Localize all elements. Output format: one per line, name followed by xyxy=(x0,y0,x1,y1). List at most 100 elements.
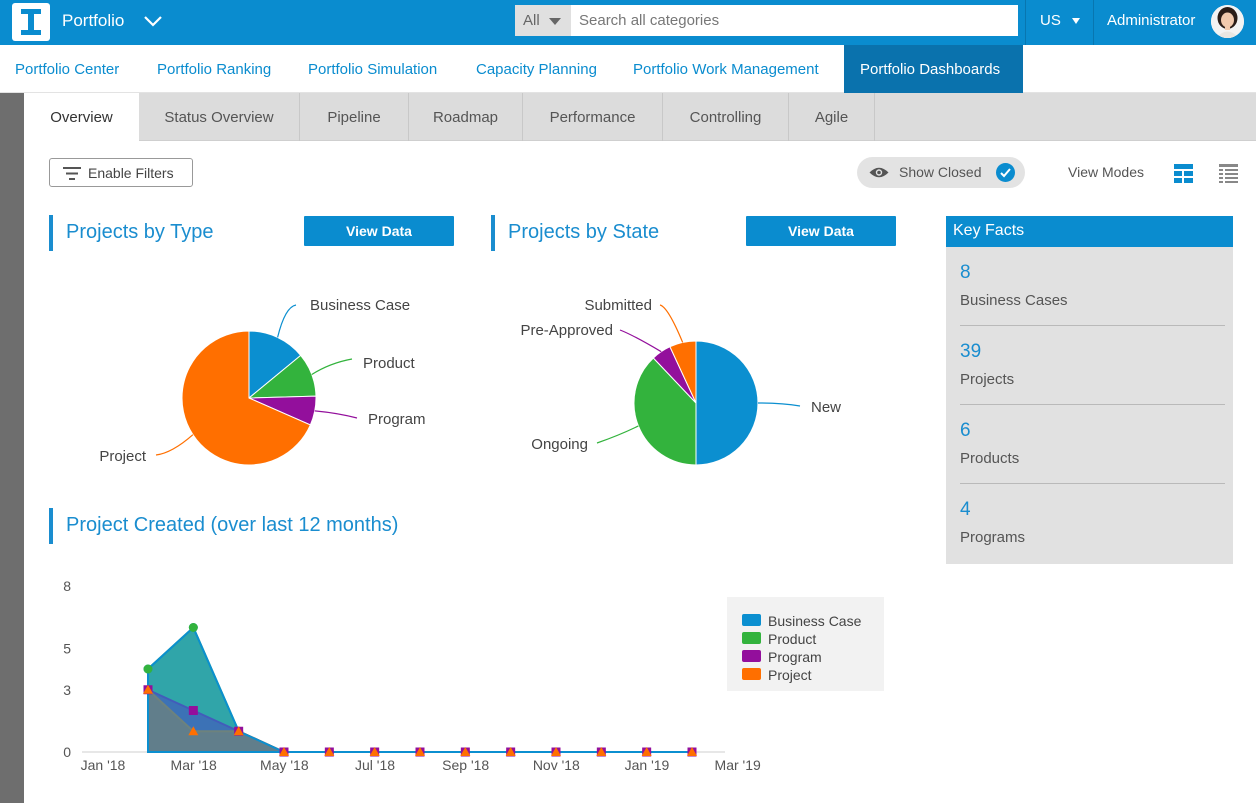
left-gutter xyxy=(0,93,24,803)
tab-status-overview[interactable]: Status Overview xyxy=(139,93,300,141)
x-tick-label: Sep '18 xyxy=(442,757,489,773)
y-tick-label: 5 xyxy=(63,640,71,656)
x-tick-label: May '18 xyxy=(260,757,309,773)
pie-leader-line xyxy=(757,402,801,407)
x-tick-label: Nov '18 xyxy=(533,757,580,773)
x-tick-label: Mar '18 xyxy=(171,757,217,773)
tab-performance[interactable]: Performance xyxy=(523,93,663,141)
avatar[interactable] xyxy=(1211,5,1244,38)
nav-portfolio-ranking[interactable]: Portfolio Ranking xyxy=(157,45,271,93)
key-facts-panel: Key Facts 8 Business Cases 39 Projects 6… xyxy=(946,216,1233,564)
legend-swatch xyxy=(742,632,761,644)
key-fact-item[interactable]: 8 Business Cases xyxy=(960,247,1225,326)
view-data-state-button[interactable]: View Data xyxy=(746,216,896,246)
data-point-program[interactable] xyxy=(188,706,198,715)
language-select[interactable]: US xyxy=(1040,12,1061,29)
nav-portfolio-dashboards[interactable]: Portfolio Dashboards xyxy=(844,45,1023,93)
enable-filters-button[interactable]: Enable Filters xyxy=(49,158,193,187)
tab-overview[interactable]: Overview xyxy=(24,93,139,141)
projects-by-type-chart: Business Case Product Program Project xyxy=(99,297,426,466)
projects-by-state-title: Projects by State xyxy=(491,215,659,251)
pie-label-submitted: Submitted xyxy=(584,297,652,314)
nav-portfolio-simulation[interactable]: Portfolio Simulation xyxy=(308,45,437,93)
chevron-down-icon[interactable] xyxy=(143,14,163,28)
legend-item-business-case[interactable]: Business Case xyxy=(768,613,862,629)
list-view-icon[interactable] xyxy=(1219,164,1238,183)
nav-portfolio-center[interactable]: Portfolio Center xyxy=(15,45,119,93)
caret-down-icon xyxy=(549,18,561,25)
tab-pipeline[interactable]: Pipeline xyxy=(300,93,409,141)
projects-by-state-chart: New Ongoing Pre-Approved Submitted xyxy=(520,297,841,466)
pie-label-business-case: Business Case xyxy=(310,297,410,314)
user-menu[interactable]: Administrator xyxy=(1107,12,1195,29)
divider xyxy=(1025,0,1026,45)
view-data-type-button[interactable]: View Data xyxy=(304,216,454,246)
pie-leader-line xyxy=(659,304,684,343)
legend-item-product[interactable]: Product xyxy=(768,631,816,647)
tab-roadmap[interactable]: Roadmap xyxy=(409,93,523,141)
legend-item-project[interactable]: Project xyxy=(768,667,812,683)
search-box: All xyxy=(515,5,1018,36)
data-point-product[interactable] xyxy=(143,664,153,674)
app-name[interactable]: Portfolio xyxy=(62,11,124,31)
pie-label-project: Project xyxy=(99,448,147,465)
caret-down-icon[interactable] xyxy=(1072,18,1080,24)
show-closed-toggle[interactable]: Show Closed xyxy=(857,157,1025,188)
key-fact-item[interactable]: 39 Projects xyxy=(960,326,1225,405)
key-fact-value: 8 xyxy=(960,262,971,283)
x-tick-label: Jan '18 xyxy=(81,757,126,773)
key-fact-value: 39 xyxy=(960,341,982,362)
tab-controlling[interactable]: Controlling xyxy=(663,93,789,141)
app-logo[interactable] xyxy=(12,3,50,41)
pie-label-pre-approved: Pre-Approved xyxy=(520,322,613,339)
logo-icon xyxy=(21,9,41,35)
show-closed-label: Show Closed xyxy=(899,164,982,180)
project-created-title: Project Created (over last 12 months) xyxy=(49,508,398,544)
pie-label-ongoing: Ongoing xyxy=(531,436,588,453)
divider xyxy=(1093,0,1094,45)
key-fact-item[interactable]: 4 Programs xyxy=(960,484,1225,563)
eye-icon xyxy=(869,167,889,178)
grid-view-icon[interactable] xyxy=(1174,164,1193,183)
nav-portfolio-work-management[interactable]: Portfolio Work Management xyxy=(633,45,819,93)
view-modes-label: View Modes xyxy=(1068,164,1145,180)
legend-item-program[interactable]: Program xyxy=(768,649,822,665)
dashboard-tabs: Overview Status Overview Pipeline Roadma… xyxy=(24,93,1256,141)
key-facts-title: Key Facts xyxy=(946,216,1233,247)
key-fact-label: Programs xyxy=(960,529,1026,546)
pie-leader-line xyxy=(311,358,353,376)
pie-leader-line xyxy=(277,304,297,338)
top-bar: Portfolio All US Administrator xyxy=(0,0,1256,45)
area-series-business-case xyxy=(147,625,692,753)
search-scope-label: All xyxy=(523,12,540,29)
x-tick-label: Mar '19 xyxy=(715,757,761,773)
projects-by-type-title: Projects by Type xyxy=(49,215,213,251)
checkmark-icon xyxy=(996,163,1015,182)
search-input[interactable] xyxy=(571,5,1018,36)
key-fact-item[interactable]: 6 Products xyxy=(960,405,1225,484)
avatar-image xyxy=(1211,5,1244,38)
legend-swatch xyxy=(742,650,761,662)
pie-slice-new[interactable] xyxy=(695,340,759,466)
pie-label-product: Product xyxy=(363,355,416,372)
legend-swatch xyxy=(742,614,761,626)
x-tick-label: Jul '18 xyxy=(355,757,395,773)
y-tick-label: 0 xyxy=(63,744,71,760)
filter-icon xyxy=(63,167,81,180)
main-nav: Portfolio Center Portfolio Ranking Portf… xyxy=(0,45,1256,93)
nav-capacity-planning[interactable]: Capacity Planning xyxy=(476,45,597,93)
key-fact-label: Products xyxy=(960,450,1020,467)
enable-filters-label: Enable Filters xyxy=(88,165,174,181)
legend-swatch xyxy=(742,668,761,680)
key-fact-label: Business Cases xyxy=(960,292,1068,309)
y-tick-label: 8 xyxy=(63,578,71,594)
search-scope-select[interactable]: All xyxy=(515,5,571,36)
y-tick-label: 3 xyxy=(63,682,71,698)
project-created-chart: 0 3 5 8 Jan '18 Mar '18 May '18 Jul '18 Sep '18 N… xyxy=(63,578,884,773)
data-point-product[interactable] xyxy=(188,623,198,632)
tab-agile[interactable]: Agile xyxy=(789,93,875,141)
pie-leader-line xyxy=(155,434,194,456)
pie-label-program: Program xyxy=(368,411,426,428)
key-fact-label: Projects xyxy=(960,371,1015,388)
key-fact-value: 6 xyxy=(960,420,971,441)
